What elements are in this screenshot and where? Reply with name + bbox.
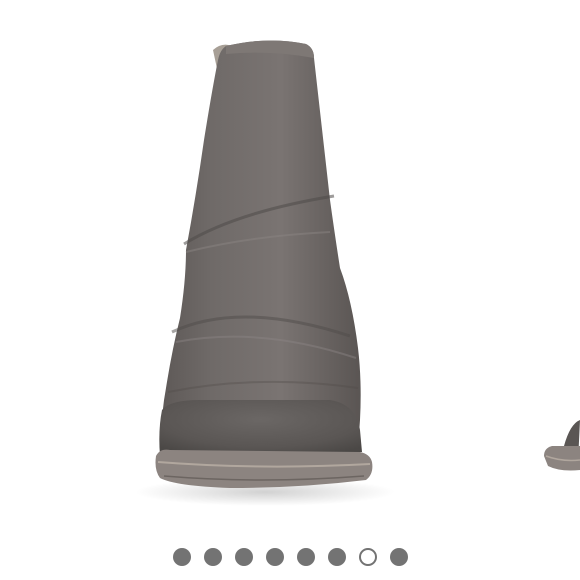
pagination-dot-active[interactable] [358,548,377,566]
pagination-dot[interactable] [203,548,222,566]
boot-front-view-image [135,40,395,506]
pagination-dot[interactable] [172,548,191,566]
boot-side-view-preview-image [544,420,580,471]
pagination-dot[interactable] [327,548,346,566]
product-image-carousel[interactable] [0,0,580,580]
pagination-dot[interactable] [296,548,315,566]
carousel-slide-next[interactable] [530,0,580,540]
carousel-slide-current[interactable] [0,0,580,540]
pagination-dot[interactable] [234,548,253,566]
carousel-pagination [0,547,580,567]
slide-track [0,0,580,540]
pagination-dot[interactable] [265,548,284,566]
pagination-dot[interactable] [389,548,408,566]
